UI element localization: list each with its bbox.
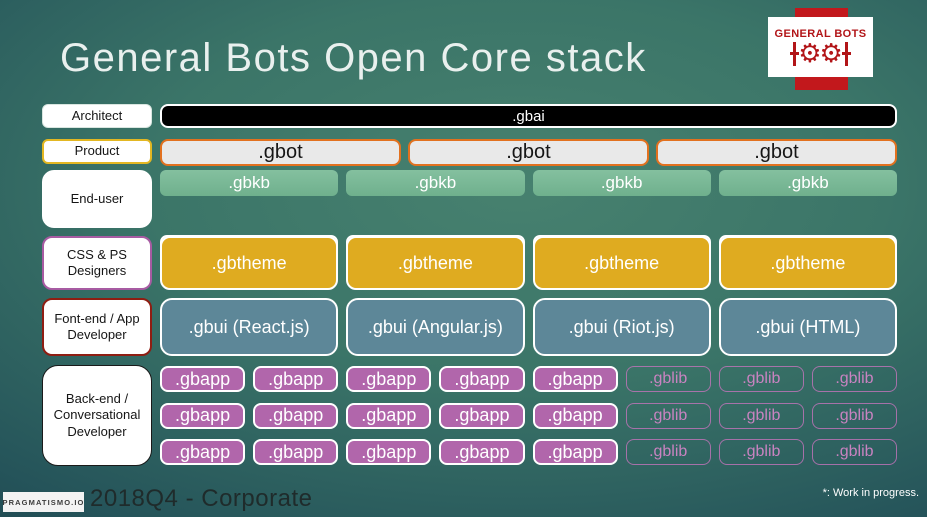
gbapp-bar: .gbapp [532, 402, 618, 429]
label-css-designers: CSS & PS Designers [42, 236, 152, 290]
gbapp-bar: .gbapp [532, 366, 618, 392]
label-product: Product [42, 139, 152, 164]
logo-text: GENERAL BOTS [774, 27, 867, 40]
gbapp-bar: .gbapp [439, 439, 525, 465]
gbui-react-bar: .gbui (React.js) [160, 298, 339, 356]
gbapp-bar: .gbapp [439, 402, 525, 429]
gbot-bar: .gbot [408, 139, 649, 166]
gblib-bar: .gblib [718, 439, 804, 465]
row-backend-developer: Back-end / Conversational Developer .gba… [42, 365, 897, 466]
gbot-bar: .gbot [160, 139, 401, 166]
gbapp-bar: .gbapp [160, 366, 246, 392]
gblib-bar: .gblib [625, 366, 711, 392]
gbapp-bar: .gbapp [160, 439, 246, 465]
gblib-bar: .gblib [718, 402, 804, 429]
gbapp-bar: .gbapp [253, 439, 339, 465]
gbapp-bar: .gbapp [160, 402, 246, 429]
logo-gears: ⚙ ⚙ [790, 41, 851, 67]
gbapp-bar: .gbapp [346, 439, 432, 465]
row-architect: Architect .gbai [42, 104, 897, 128]
gblib-bar: .gblib [811, 402, 897, 429]
gear-icon: ⚙ [798, 38, 822, 69]
gbui-angular-bar: .gbui (Angular.js) [346, 298, 525, 356]
gblib-bar: .gblib [811, 439, 897, 465]
stack-diagram: Architect .gbai Product .gbot .gbot .gbo… [42, 104, 897, 466]
row-css-designers: CSS & PS Designers .gbtheme .gbtheme .gb… [42, 236, 897, 290]
gbapp-bar: .gbapp [253, 366, 339, 392]
label-architect: Architect [42, 104, 152, 128]
row-frontend-developer: Font-end / App Developer .gbui (React.js… [42, 298, 897, 356]
gbtheme-bar: .gbtheme [160, 236, 339, 290]
gbkb-bar: .gbkb [346, 170, 525, 196]
gbui-html-bar: .gbui (HTML) [718, 298, 897, 356]
work-in-progress-note: *: Work in progress. [822, 487, 919, 499]
logo-bar-right [841, 41, 851, 66]
gblib-bar: .gblib [625, 402, 711, 429]
gbkb-bar: .gbkb [718, 170, 897, 196]
gbapp-bar: .gbapp [346, 402, 432, 429]
gblib-bar: .gblib [718, 366, 804, 392]
logo-bar-left [790, 41, 800, 66]
gbai-bar: .gbai [160, 104, 897, 128]
gbapp-bar: .gbapp [346, 366, 432, 392]
label-frontend-developer: Font-end / App Developer [42, 298, 152, 356]
general-bots-logo: GENERAL BOTS ⚙ ⚙ [768, 17, 873, 77]
gbui-riot-bar: .gbui (Riot.js) [532, 298, 711, 356]
gbtheme-bar: .gbtheme [718, 236, 897, 290]
label-enduser: End-user [42, 170, 152, 228]
gear-icon: ⚙ [819, 38, 843, 69]
gbtheme-bar: .gbtheme [532, 236, 711, 290]
gbtheme-bar: .gbtheme [346, 236, 525, 290]
gbkb-bar: .gbkb [160, 170, 339, 196]
row-enduser: End-user .gbkb .gbkb .gbkb .gbkb .gbdial… [42, 170, 897, 260]
row-product: Product .gbot .gbot .gbot [42, 139, 897, 166]
gbapp-bar: .gbapp [253, 402, 339, 429]
slide-title: General Bots Open Core stack [60, 36, 647, 80]
gblib-bar: .gblib [811, 366, 897, 392]
gbapp-bar: .gbapp [439, 366, 525, 392]
gbot-bar: .gbot [656, 139, 897, 166]
pragmatismo-brand-badge: PRAGMATISMO.IO [3, 492, 84, 512]
gbkb-bar: .gbkb [532, 170, 711, 196]
label-backend-developer: Back-end / Conversational Developer [42, 365, 152, 466]
gbapp-bar: .gbapp [532, 439, 618, 465]
footer-caption: 2018Q4 - Corporate [90, 485, 313, 512]
gblib-bar: .gblib [625, 439, 711, 465]
